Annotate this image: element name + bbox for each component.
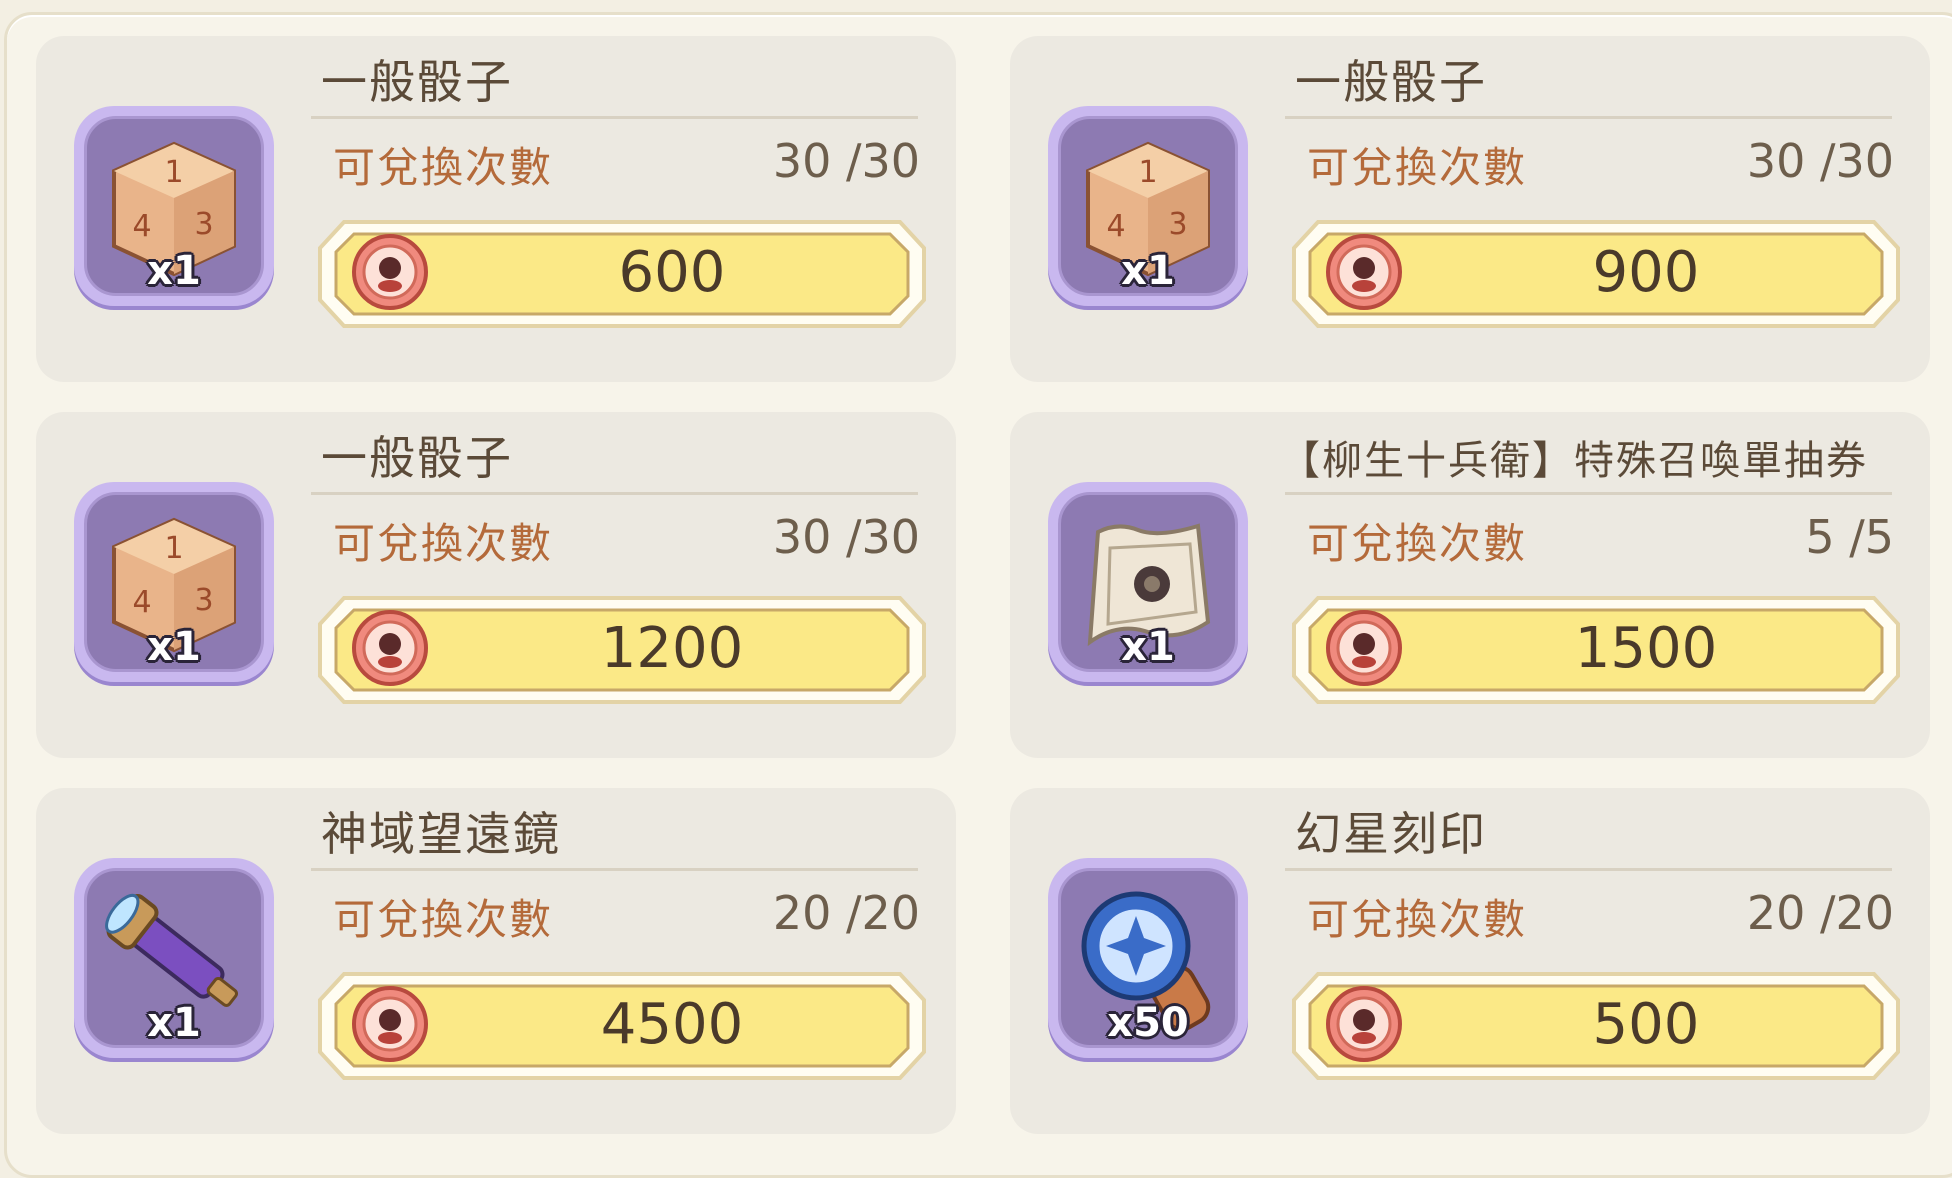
exchange-limit-label: 可兌換次數 xyxy=(333,895,554,944)
coin-icon xyxy=(352,986,428,1062)
exchange-button[interactable]: 1200 xyxy=(314,590,930,710)
coin-icon xyxy=(1326,610,1402,686)
svg-text:3: 3 xyxy=(194,583,213,618)
exchange-button[interactable]: 500 xyxy=(1288,966,1904,1086)
shop-item-card: x50 幻星刻印 可兌換次數 20 /20 500 xyxy=(1010,788,1930,1134)
shop-item-grid: 1 4 3 x1 一般骰子 可兌換次數 30 /30 600 1 4 3 x1 … xyxy=(36,36,1930,1134)
exchange-limit-label: 可兌換次數 xyxy=(1307,143,1528,192)
price-text: 900 xyxy=(1592,240,1700,305)
exchange-limit-count: 20 /20 xyxy=(772,886,920,940)
price-text: 500 xyxy=(1592,992,1700,1057)
item-quantity: x1 xyxy=(147,1000,201,1046)
svg-text:1: 1 xyxy=(164,155,183,190)
divider xyxy=(311,492,918,495)
divider xyxy=(311,868,918,871)
exchange-limit-label: 可兌換次數 xyxy=(1307,519,1528,568)
item-icon-frame[interactable]: 1 4 3 x1 xyxy=(74,106,274,306)
shop-item-card: 1 4 3 x1 一般骰子 可兌換次數 30 /30 600 xyxy=(36,36,956,382)
shop-item-card: 1 4 3 x1 一般骰子 可兌換次數 30 /30 900 xyxy=(1010,36,1930,382)
exchange-limit-count: 30 /30 xyxy=(1746,134,1894,188)
exchange-button[interactable]: 4500 xyxy=(314,966,930,1086)
item-quantity: x1 xyxy=(147,624,201,670)
exchange-limit-label: 可兌換次數 xyxy=(333,519,554,568)
price-text: 1200 xyxy=(600,616,744,681)
exchange-limit-label: 可兌換次數 xyxy=(1307,895,1528,944)
shop-item-card: x1 【柳生十兵衛】特殊召喚單抽券 可兌換次數 5 /5 1500 xyxy=(1010,412,1930,758)
coin-icon xyxy=(352,234,428,310)
exchange-button[interactable]: 900 xyxy=(1288,214,1904,334)
svg-text:3: 3 xyxy=(1168,207,1187,242)
item-icon-frame[interactable]: 1 4 3 x1 xyxy=(1048,106,1248,306)
price-text: 4500 xyxy=(600,992,744,1057)
item-quantity: x1 xyxy=(147,248,201,294)
price-text: 600 xyxy=(618,240,726,305)
item-icon-frame[interactable]: x1 xyxy=(74,858,274,1058)
svg-text:1: 1 xyxy=(1138,155,1157,190)
svg-text:4: 4 xyxy=(132,209,151,244)
item-name: 一般骰子 xyxy=(321,431,513,485)
exchange-limit-label: 可兌換次數 xyxy=(333,143,554,192)
coin-icon xyxy=(1326,234,1402,310)
divider xyxy=(1285,492,1892,495)
divider xyxy=(311,116,918,119)
svg-text:4: 4 xyxy=(1106,209,1125,244)
divider xyxy=(1285,116,1892,119)
svg-text:4: 4 xyxy=(132,585,151,620)
item-name: 【柳生十兵衛】特殊召喚單抽券 xyxy=(1280,438,1868,484)
svg-text:1: 1 xyxy=(164,531,183,566)
item-icon-frame[interactable]: x50 xyxy=(1048,858,1248,1058)
item-icon-frame[interactable]: 1 4 3 x1 xyxy=(74,482,274,682)
shop-item-card: 1 4 3 x1 一般骰子 可兌換次數 30 /30 1200 xyxy=(36,412,956,758)
item-quantity: x1 xyxy=(1121,624,1175,670)
item-name: 神域望遠鏡 xyxy=(321,807,561,861)
exchange-limit-count: 5 /5 xyxy=(1805,510,1894,564)
item-name: 幻星刻印 xyxy=(1295,807,1487,861)
exchange-button[interactable]: 600 xyxy=(314,214,930,334)
exchange-limit-count: 20 /20 xyxy=(1746,886,1894,940)
price-text: 1500 xyxy=(1574,616,1718,681)
exchange-button[interactable]: 1500 xyxy=(1288,590,1904,710)
exchange-limit-count: 30 /30 xyxy=(772,510,920,564)
item-quantity: x50 xyxy=(1107,1000,1189,1046)
item-name: 一般骰子 xyxy=(1295,55,1487,109)
svg-text:3: 3 xyxy=(194,207,213,242)
shop-item-card: x1 神域望遠鏡 可兌換次數 20 /20 4500 xyxy=(36,788,956,1134)
coin-icon xyxy=(352,610,428,686)
exchange-limit-count: 30 /30 xyxy=(772,134,920,188)
item-quantity: x1 xyxy=(1121,248,1175,294)
item-icon-frame[interactable]: x1 xyxy=(1048,482,1248,682)
item-name: 一般骰子 xyxy=(321,55,513,109)
divider xyxy=(1285,868,1892,871)
coin-icon xyxy=(1326,986,1402,1062)
